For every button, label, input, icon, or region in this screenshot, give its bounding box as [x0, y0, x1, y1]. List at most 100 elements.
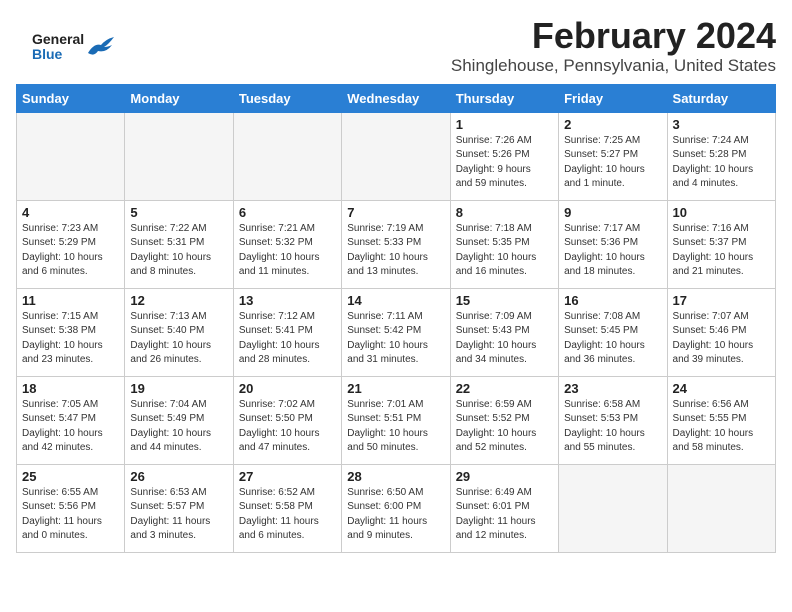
day-number-5: 5	[130, 205, 227, 220]
calendar-cell-w4d6: 23 Sunrise: 6:58 AM Sunset: 5:53 PM Dayli…	[559, 376, 667, 464]
day-number-11: 11	[22, 293, 119, 308]
calendar-cell-w5d5: 29 Sunrise: 6:49 AM Sunset: 6:01 PM Dayli…	[450, 464, 558, 552]
week-row-1: 1Sunrise: 7:26 AM Sunset: 5:26 PM Daylig…	[17, 112, 776, 200]
header-friday: Friday	[559, 84, 667, 112]
calendar-cell-w3d5: 15Sunrise: 7:09 AM Sunset: 5:43 PM Dayli…	[450, 288, 558, 376]
day-info-3: Sunrise: 7:24 AM Sunset: 5:28 PM Dayligh…	[673, 134, 770, 192]
day-info-16: Sunrise: 7:08 AM Sunset: 5:45 PM Dayligh…	[564, 310, 661, 368]
calendar-table: Sunday Monday Tuesday Wednesday Thursday…	[16, 84, 776, 553]
calendar-cell-w1d4	[342, 112, 450, 200]
day-info-8: Sunrise: 7:18 AM Sunset: 5:35 PM Dayligh…	[456, 222, 553, 280]
calendar-cell-w2d6: 9 Sunrise: 7:17 AM Sunset: 5:36 PM Daylig…	[559, 200, 667, 288]
day-info-15: Sunrise: 7:09 AM Sunset: 5:43 PM Dayligh…	[456, 310, 553, 368]
calendar-header-row: Sunday Monday Tuesday Wednesday Thursday…	[17, 84, 776, 112]
day-info-20: Sunrise: 7:02 AM Sunset: 5:50 PM Dayligh…	[239, 398, 336, 456]
calendar-cell-w3d4: 14Sunrise: 7:11 AM Sunset: 5:42 PM Dayli…	[342, 288, 450, 376]
day-info-10: Sunrise: 7:16 AM Sunset: 5:37 PM Dayligh…	[673, 222, 770, 280]
day-info-23: Sunrise: 6:58 AM Sunset: 5:53 PM Dayligh…	[564, 398, 661, 456]
day-number-10: 10	[673, 205, 770, 220]
day-number-28: 28	[347, 469, 444, 484]
calendar-cell-w5d1: 25Sunrise: 6:55 AM Sunset: 5:56 PM Dayli…	[17, 464, 125, 552]
day-number-24: 24	[673, 381, 770, 396]
day-number-12: 12	[130, 293, 227, 308]
day-number-19: 19	[130, 381, 227, 396]
day-info-24: Sunrise: 6:56 AM Sunset: 5:55 PM Dayligh…	[673, 398, 770, 456]
calendar-cell-w1d6: 2 Sunrise: 7:25 AM Sunset: 5:27 PM Daylig…	[559, 112, 667, 200]
day-info-5: Sunrise: 7:22 AM Sunset: 5:31 PM Dayligh…	[130, 222, 227, 280]
day-info-4: Sunrise: 7:23 AM Sunset: 5:29 PM Dayligh…	[22, 222, 119, 280]
day-info-26: Sunrise: 6:53 AM Sunset: 5:57 PM Dayligh…	[130, 486, 227, 544]
calendar-cell-w1d1	[17, 112, 125, 200]
day-info-19: Sunrise: 7:04 AM Sunset: 5:49 PM Dayligh…	[130, 398, 227, 456]
day-number-25: 25	[22, 469, 119, 484]
day-info-7: Sunrise: 7:19 AM Sunset: 5:33 PM Dayligh…	[347, 222, 444, 280]
day-info-17: Sunrise: 7:07 AM Sunset: 5:46 PM Dayligh…	[673, 310, 770, 368]
day-info-22: Sunrise: 6:59 AM Sunset: 5:52 PM Dayligh…	[456, 398, 553, 456]
calendar-body: 1Sunrise: 7:26 AM Sunset: 5:26 PM Daylig…	[17, 112, 776, 552]
day-info-9: Sunrise: 7:17 AM Sunset: 5:36 PM Dayligh…	[564, 222, 661, 280]
calendar-header: February 2024 Shinglehouse, Pennsylvania…	[16, 16, 776, 76]
day-number-17: 17	[673, 293, 770, 308]
day-number-22: 22	[456, 381, 553, 396]
calendar-cell-w2d3: 6Sunrise: 7:21 AM Sunset: 5:32 PM Daylig…	[233, 200, 341, 288]
day-number-13: 13	[239, 293, 336, 308]
day-number-2: 2	[564, 117, 661, 132]
day-number-20: 20	[239, 381, 336, 396]
week-row-4: 18 Sunrise: 7:05 AM Sunset: 5:47 PM Dayli…	[17, 376, 776, 464]
calendar-cell-w1d3	[233, 112, 341, 200]
calendar-cell-w4d3: 20 Sunrise: 7:02 AM Sunset: 5:50 PM Dayli…	[233, 376, 341, 464]
day-info-28: Sunrise: 6:50 AM Sunset: 6:00 PM Dayligh…	[347, 486, 444, 544]
calendar-cell-w2d5: 8Sunrise: 7:18 AM Sunset: 5:35 PM Daylig…	[450, 200, 558, 288]
calendar-cell-w5d4: 28 Sunrise: 6:50 AM Sunset: 6:00 PM Dayli…	[342, 464, 450, 552]
calendar-cell-w4d1: 18 Sunrise: 7:05 AM Sunset: 5:47 PM Dayli…	[17, 376, 125, 464]
day-info-14: Sunrise: 7:11 AM Sunset: 5:42 PM Dayligh…	[347, 310, 444, 368]
week-row-3: 11 Sunrise: 7:15 AM Sunset: 5:38 PM Dayli…	[17, 288, 776, 376]
day-info-1: Sunrise: 7:26 AM Sunset: 5:26 PM Dayligh…	[456, 134, 553, 192]
day-number-3: 3	[673, 117, 770, 132]
calendar-cell-w3d2: 12Sunrise: 7:13 AM Sunset: 5:40 PM Dayli…	[125, 288, 233, 376]
week-row-5: 25Sunrise: 6:55 AM Sunset: 5:56 PM Dayli…	[17, 464, 776, 552]
header-monday: Monday	[125, 84, 233, 112]
month-year-title: February 2024	[16, 16, 776, 56]
calendar-cell-w5d6	[559, 464, 667, 552]
logo-blue: Blue	[32, 47, 84, 62]
day-info-29: Sunrise: 6:49 AM Sunset: 6:01 PM Dayligh…	[456, 486, 553, 544]
day-number-23: 23	[564, 381, 661, 396]
day-number-29: 29	[456, 469, 553, 484]
header-tuesday: Tuesday	[233, 84, 341, 112]
calendar-cell-w5d2: 26 Sunrise: 6:53 AM Sunset: 5:57 PM Dayli…	[125, 464, 233, 552]
day-info-21: Sunrise: 7:01 AM Sunset: 5:51 PM Dayligh…	[347, 398, 444, 456]
day-header-row: Sunday Monday Tuesday Wednesday Thursday…	[17, 84, 776, 112]
day-info-11: Sunrise: 7:15 AM Sunset: 5:38 PM Dayligh…	[22, 310, 119, 368]
calendar-cell-w3d6: 16Sunrise: 7:08 AM Sunset: 5:45 PM Dayli…	[559, 288, 667, 376]
calendar-cell-w2d1: 4 Sunrise: 7:23 AM Sunset: 5:29 PM Daylig…	[17, 200, 125, 288]
calendar-cell-w1d2	[125, 112, 233, 200]
day-number-9: 9	[564, 205, 661, 220]
calendar-cell-w5d3: 27Sunrise: 6:52 AM Sunset: 5:58 PM Dayli…	[233, 464, 341, 552]
logo-blue-text: Blue	[32, 46, 62, 62]
calendar-cell-w4d2: 19 Sunrise: 7:04 AM Sunset: 5:49 PM Dayli…	[125, 376, 233, 464]
calendar-cell-w4d5: 22 Sunrise: 6:59 AM Sunset: 5:52 PM Dayli…	[450, 376, 558, 464]
day-number-18: 18	[22, 381, 119, 396]
calendar-cell-w4d4: 21 Sunrise: 7:01 AM Sunset: 5:51 PM Dayli…	[342, 376, 450, 464]
day-number-7: 7	[347, 205, 444, 220]
calendar-cell-w2d2: 5 Sunrise: 7:22 AM Sunset: 5:31 PM Daylig…	[125, 200, 233, 288]
calendar-cell-w3d3: 13Sunrise: 7:12 AM Sunset: 5:41 PM Dayli…	[233, 288, 341, 376]
calendar-cell-w3d1: 11 Sunrise: 7:15 AM Sunset: 5:38 PM Dayli…	[17, 288, 125, 376]
day-info-18: Sunrise: 7:05 AM Sunset: 5:47 PM Dayligh…	[22, 398, 119, 456]
logo-general-text: General	[32, 31, 84, 47]
calendar-cell-w2d7: 10 Sunrise: 7:16 AM Sunset: 5:37 PM Dayli…	[667, 200, 775, 288]
logo-bird-icon	[86, 35, 116, 61]
day-number-26: 26	[130, 469, 227, 484]
day-number-21: 21	[347, 381, 444, 396]
calendar-cell-w1d7: 3 Sunrise: 7:24 AM Sunset: 5:28 PM Daylig…	[667, 112, 775, 200]
calendar-cell-w4d7: 24 Sunrise: 6:56 AM Sunset: 5:55 PM Dayli…	[667, 376, 775, 464]
day-info-2: Sunrise: 7:25 AM Sunset: 5:27 PM Dayligh…	[564, 134, 661, 192]
day-number-6: 6	[239, 205, 336, 220]
week-row-2: 4 Sunrise: 7:23 AM Sunset: 5:29 PM Daylig…	[17, 200, 776, 288]
header-saturday: Saturday	[667, 84, 775, 112]
header-sunday: Sunday	[17, 84, 125, 112]
location-subtitle: Shinglehouse, Pennsylvania, United State…	[16, 56, 776, 76]
day-number-4: 4	[22, 205, 119, 220]
day-info-27: Sunrise: 6:52 AM Sunset: 5:58 PM Dayligh…	[239, 486, 336, 544]
